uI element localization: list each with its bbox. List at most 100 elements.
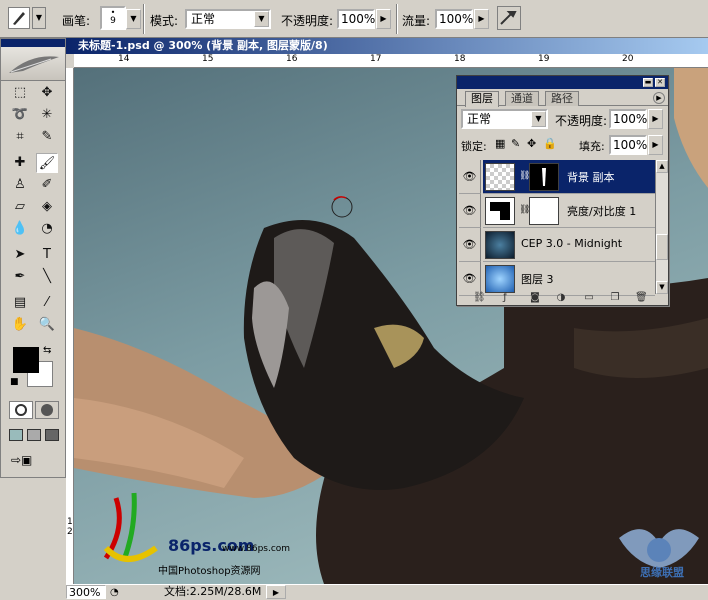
lock-position-icon[interactable]: ✥: [527, 137, 536, 150]
document-title[interactable]: 未标题-1.psd @ 300% (背景 副本, 图层蒙版/8): [66, 38, 708, 54]
flow-input[interactable]: 100%: [435, 9, 473, 29]
minimize-icon[interactable]: ▬: [643, 78, 653, 87]
brush-picker-arrow[interactable]: ▼: [126, 9, 141, 29]
scroll-thumb[interactable]: [656, 234, 668, 260]
lock-image-icon[interactable]: ✎: [511, 137, 520, 150]
layer-mask-thumbnail[interactable]: [529, 163, 559, 191]
new-adjustment-layer-icon[interactable]: ◑: [555, 292, 567, 303]
opacity-input[interactable]: 100%: [337, 9, 375, 29]
separator: [396, 4, 398, 34]
standard-mode-icon[interactable]: [9, 401, 33, 419]
tool-preset-dropdown[interactable]: ▼: [32, 7, 46, 29]
new-group-icon[interactable]: ▭: [583, 292, 595, 303]
ruler-tick-label: 16: [286, 54, 298, 64]
add-mask-icon[interactable]: ◙: [529, 292, 541, 303]
swap-colors-icon[interactable]: ⇆: [43, 345, 51, 356]
path-selection-tool-icon[interactable]: ➤: [9, 245, 31, 265]
opacity-value: 100%: [341, 12, 376, 26]
full-screen-menu-icon[interactable]: [27, 429, 41, 441]
scroll-up-icon[interactable]: ▲: [656, 160, 668, 173]
lock-all-icon[interactable]: 🔒: [543, 137, 557, 150]
brush-tool-icon[interactable]: 🖌: [36, 153, 58, 173]
crop-tool-icon[interactable]: ⌗: [9, 127, 31, 147]
magic-wand-tool-icon[interactable]: ✳: [36, 105, 58, 125]
visibility-eye-icon[interactable]: 👁: [459, 228, 481, 262]
healing-brush-tool-icon[interactable]: ✚: [9, 153, 31, 173]
layers-panel-title-bar[interactable]: ▬ ✕: [457, 76, 668, 89]
eraser-tool-icon[interactable]: ▱: [9, 197, 31, 217]
move-tool-icon[interactable]: ✥: [36, 83, 58, 103]
layer-row[interactable]: ⛓ 背景 副本: [483, 160, 655, 194]
fill-label: 填充:: [579, 140, 605, 153]
horizontal-ruler[interactable]: 14 15 16 17 18 19 20: [74, 54, 708, 68]
fill-input[interactable]: 100%: [609, 135, 647, 155]
clone-stamp-tool-icon[interactable]: ♙: [9, 175, 31, 195]
close-icon[interactable]: ✕: [655, 78, 665, 87]
marquee-tool-icon[interactable]: ⬚: [9, 83, 31, 103]
trash-icon[interactable]: 🗑: [635, 292, 648, 303]
ruler-tick-label: 17: [370, 54, 382, 64]
new-layer-icon[interactable]: ❐: [609, 292, 621, 303]
vertical-ruler[interactable]: 12: [66, 68, 74, 584]
paint-bucket-tool-icon[interactable]: ◈: [36, 197, 58, 217]
fill-arrow[interactable]: ▶: [648, 135, 663, 155]
dodge-tool-icon[interactable]: ◔: [36, 219, 58, 239]
tab-layers[interactable]: 图层: [465, 91, 499, 107]
status-arrow-icon[interactable]: ▶: [266, 585, 286, 599]
options-bar: ▼ 画笔: • 9 ▼ 模式: 正常 ▼ 不透明度: 100% ▶ 流量: 10…: [0, 0, 708, 38]
layer-row[interactable]: CEP 3.0 - Midnight: [483, 228, 655, 262]
shape-tool-icon[interactable]: ╲: [36, 267, 58, 287]
ruler-tick-label: 18: [454, 54, 466, 64]
zoom-tool-icon[interactable]: 🔍: [36, 315, 58, 335]
opacity-label: 不透明度:: [281, 14, 334, 28]
layers-bottom-bar: ⛓ ƒ ◙ ◑ ▭ ❐ 🗑: [457, 290, 668, 305]
quick-mask-mode-icon[interactable]: [35, 401, 59, 419]
opacity-slider-arrow[interactable]: ▶: [376, 9, 391, 29]
brush-tool-preset-icon[interactable]: [8, 7, 30, 29]
layer-row[interactable]: ⛓ 亮度/对比度 1: [483, 194, 655, 228]
link-layers-icon[interactable]: ⛓: [473, 292, 486, 303]
brush-picker[interactable]: • 9: [100, 6, 126, 30]
lock-label: 锁定:: [461, 140, 487, 153]
layer-thumbnail: [485, 163, 515, 191]
layer-opacity-value: 100%: [613, 112, 648, 126]
flow-slider-arrow[interactable]: ▶: [474, 9, 489, 29]
full-screen-icon[interactable]: [45, 429, 59, 441]
airbrush-icon[interactable]: [497, 6, 521, 30]
ruler-tick-label: 14: [118, 54, 130, 64]
default-colors-icon[interactable]: ■: [10, 377, 19, 387]
layer-opacity-input[interactable]: 100%: [609, 109, 647, 129]
visibility-eye-icon[interactable]: 👁: [459, 194, 481, 228]
pen-tool-icon[interactable]: ✒: [9, 267, 31, 287]
type-tool-icon[interactable]: T: [36, 245, 58, 265]
layer-mask-thumbnail[interactable]: [529, 197, 559, 225]
mode-select[interactable]: 正常 ▼: [185, 9, 271, 29]
feather-logo-icon[interactable]: [1, 47, 65, 81]
toolbox-title-bar[interactable]: [1, 39, 65, 47]
tab-paths[interactable]: 路径: [545, 91, 579, 106]
zoom-level[interactable]: 300%: [66, 585, 106, 599]
watermark-caption: 中国Photoshop资源网: [158, 566, 261, 577]
visibility-eye-icon[interactable]: 👁: [459, 160, 481, 194]
layers-tabs: 图层 通道 路径 ▶: [457, 89, 668, 107]
blend-mode-select[interactable]: 正常 ▼: [461, 109, 548, 129]
hand-tool-icon[interactable]: ✋: [9, 315, 31, 335]
history-brush-tool-icon[interactable]: ✐: [36, 175, 58, 195]
jump-to-imageready-icon[interactable]: ⇨▣: [11, 453, 55, 469]
tab-channels[interactable]: 通道: [505, 91, 539, 106]
blur-tool-icon[interactable]: 💧: [9, 219, 31, 239]
brush-size: 9: [110, 16, 116, 26]
blend-mode-value: 正常: [467, 112, 492, 126]
status-menu-icon[interactable]: ◔: [110, 586, 119, 600]
chevron-down-icon: ▼: [254, 11, 269, 27]
eyedropper-tool-icon[interactable]: ⁄: [36, 293, 58, 313]
slice-tool-icon[interactable]: ✎: [36, 127, 58, 147]
lock-transparency-icon[interactable]: ▦: [495, 137, 505, 150]
panel-menu-icon[interactable]: ▶: [653, 92, 665, 104]
notes-tool-icon[interactable]: ▤: [9, 293, 31, 313]
layer-opacity-arrow[interactable]: ▶: [648, 109, 663, 129]
lasso-tool-icon[interactable]: ➰: [9, 105, 31, 125]
layers-scrollbar[interactable]: ▲ ▼: [655, 160, 668, 294]
layer-style-icon[interactable]: ƒ: [499, 292, 511, 303]
standard-screen-icon[interactable]: [9, 429, 23, 441]
